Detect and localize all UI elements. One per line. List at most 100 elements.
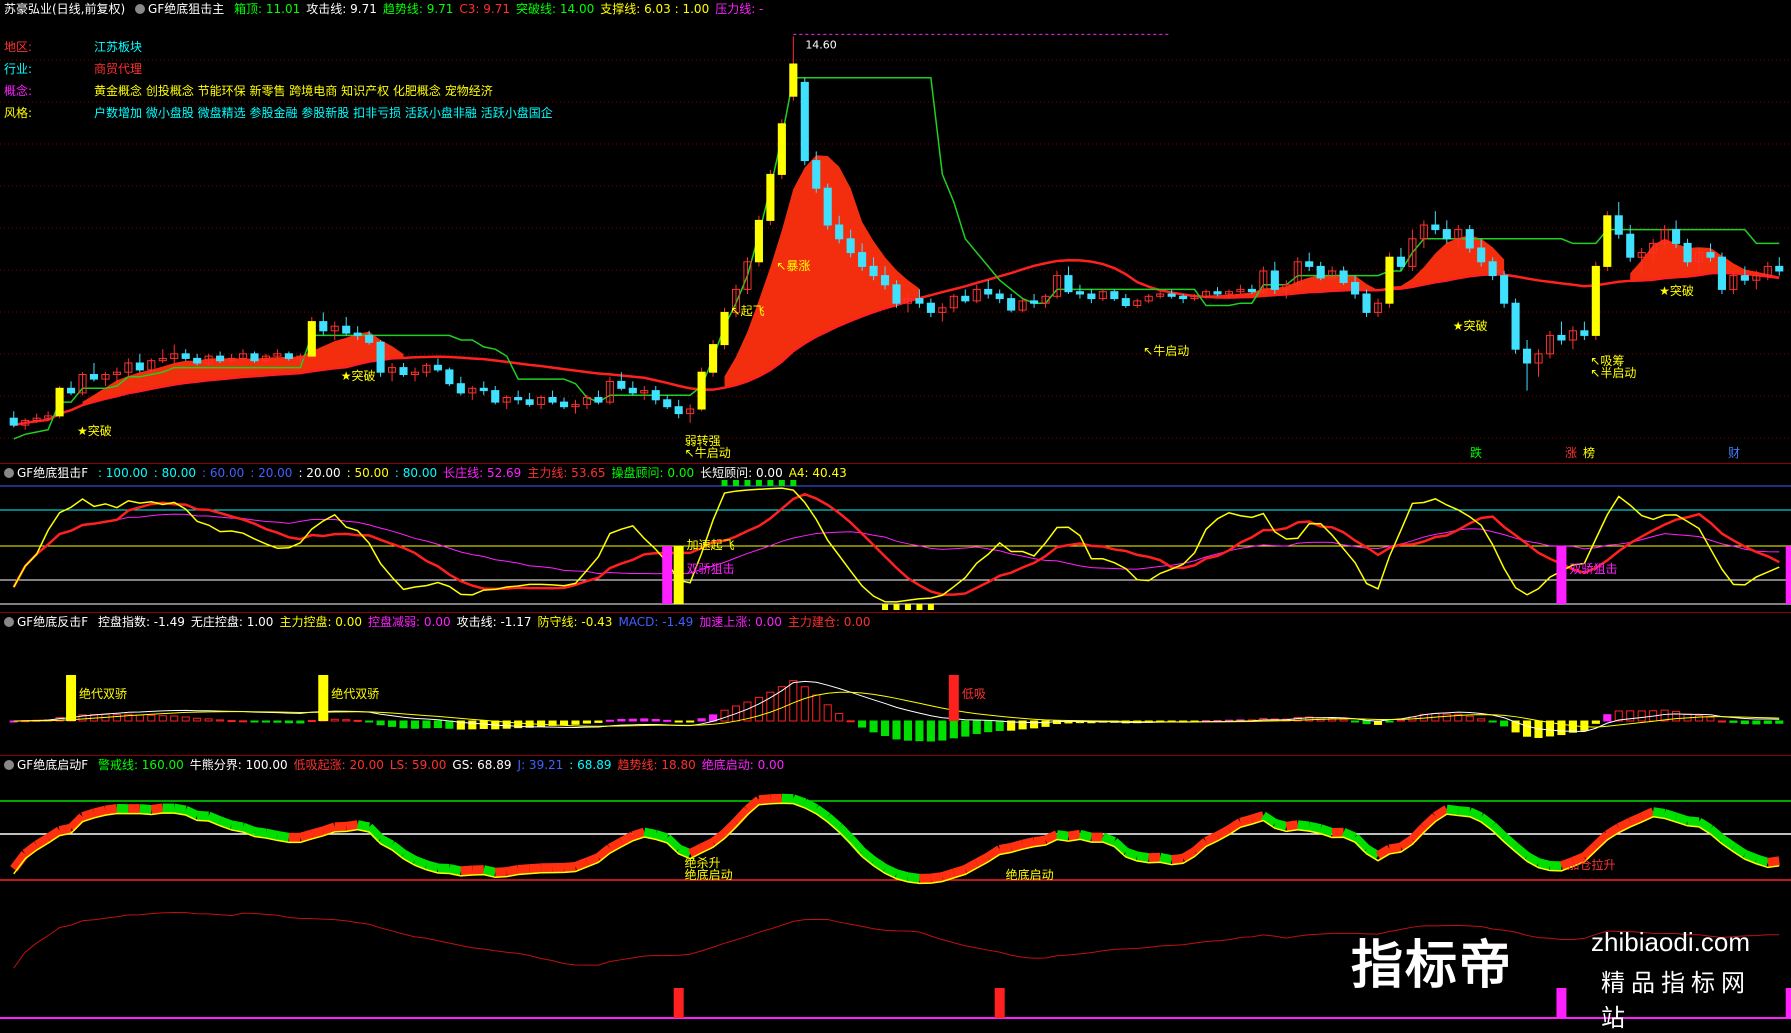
candle-body	[1512, 303, 1519, 349]
candle-body	[675, 407, 682, 414]
panel3-name: GF绝底反击F	[17, 615, 88, 629]
panel2-param: 长短顾问: 0.00	[700, 466, 783, 480]
candle-body	[996, 294, 1003, 299]
macd-bar	[113, 714, 120, 721]
signal-label: ★突破	[1453, 317, 1488, 334]
trend-ribbon	[1504, 837, 1515, 847]
trend-ribbon	[805, 803, 816, 809]
candle-body	[1122, 299, 1129, 306]
macd-bar	[1031, 721, 1038, 728]
candle-body	[136, 363, 143, 370]
macd-bar	[755, 697, 762, 721]
candle-body	[343, 326, 350, 333]
info-value: 商贸代理	[94, 62, 142, 76]
trend-ribbon	[1103, 837, 1114, 841]
trend-ribbon	[232, 825, 243, 827]
macd-bar	[1604, 715, 1611, 721]
top-marker	[744, 480, 750, 486]
macd-bar	[1478, 719, 1485, 721]
signal-bar	[662, 546, 672, 604]
trend-ribbon	[564, 866, 575, 867]
candle-body	[1615, 216, 1622, 234]
macd-bar	[996, 721, 1003, 730]
trend-ribbon	[438, 868, 449, 869]
panel3-param: 控盘减弱: 0.00	[368, 615, 451, 629]
trend-ribbon	[461, 870, 472, 871]
trend-ribbon	[690, 848, 701, 854]
panel3-chart[interactable]	[0, 613, 1791, 755]
panel2-header: GF绝底狙击F : 100.00: 80.00: 60.00: 20.00: 2…	[4, 466, 859, 480]
bottom-marker	[916, 604, 922, 610]
trend-ribbon	[25, 845, 36, 854]
macd-bar	[618, 719, 625, 721]
trend-ribbon	[140, 809, 151, 810]
candle-body	[916, 299, 923, 304]
trend-ribbon	[495, 872, 506, 873]
macd-bar	[1592, 721, 1599, 723]
candle-body	[767, 174, 774, 220]
main-candlestick-chart[interactable]: 14.60	[0, 0, 1791, 463]
signal-bar	[1786, 988, 1791, 1018]
candle-body	[1592, 266, 1599, 335]
candle-body	[1306, 262, 1313, 267]
macd-bar	[1695, 716, 1702, 721]
macd-bar	[721, 710, 728, 721]
macd-bar	[801, 687, 808, 721]
macd-bar	[308, 720, 315, 721]
panel2-chart[interactable]	[0, 464, 1791, 612]
signal-label: ★突破	[341, 367, 376, 384]
macd-bar	[1741, 721, 1748, 724]
candle-body	[836, 225, 843, 239]
candle-body	[1604, 216, 1611, 267]
panel2-param: : 20.00	[250, 466, 292, 480]
panel2-settings-icon[interactable]	[4, 468, 14, 478]
main-params: 箱顶: 11.01攻击线: 9.71趋势线: 9.71C3: 9.71突破线: …	[234, 2, 769, 16]
trend-ribbon	[885, 868, 896, 873]
trend-ribbon	[1114, 841, 1125, 851]
trend-ribbon	[1642, 812, 1653, 817]
candle-body	[1271, 271, 1278, 289]
candle-body	[664, 400, 671, 407]
info-key: 地区:	[4, 40, 94, 54]
panel4-param: : 68.89	[569, 758, 611, 772]
trend-ribbon	[1046, 835, 1057, 841]
macd-bar	[824, 705, 831, 721]
bottom-tag: 涨	[1565, 444, 1577, 461]
trend-ribbon	[530, 868, 541, 869]
watermark: 指标帝 zhibiaodi.com 精品指标网站	[1351, 923, 1771, 1013]
macd-bar	[411, 721, 418, 728]
info-key: 行业:	[4, 62, 94, 76]
macd-bar	[836, 713, 843, 721]
panel2-param: 操盘顾问: 0.00	[612, 466, 695, 480]
macd-bar	[1363, 721, 1370, 724]
macd-bar	[939, 721, 946, 740]
macd-bar	[606, 720, 613, 721]
candle-body	[1352, 283, 1359, 295]
macd-bar	[985, 721, 992, 732]
macd-bar	[1501, 721, 1508, 726]
macd-bar	[1707, 717, 1714, 721]
trend-ribbon	[1745, 854, 1756, 858]
panel4-settings-icon[interactable]	[4, 760, 14, 770]
trend-ribbon	[1172, 858, 1183, 859]
trend-ribbon	[793, 799, 804, 803]
candle-body	[377, 342, 384, 372]
panel3-settings-icon[interactable]	[4, 617, 14, 627]
trend-ribbon	[1275, 823, 1286, 826]
candle-body	[1386, 257, 1393, 303]
candle-body	[824, 188, 831, 225]
candle-body	[182, 354, 189, 359]
macd-bar	[205, 719, 212, 721]
top-marker	[767, 480, 773, 486]
macd-bar	[1443, 714, 1450, 721]
candle-body	[1180, 296, 1187, 298]
candle-body	[526, 400, 533, 405]
indicator-settings-icon[interactable]	[135, 4, 145, 14]
candle-body	[1065, 276, 1072, 292]
signal-bar	[66, 675, 76, 721]
candle-body	[68, 388, 75, 393]
candle-body	[755, 220, 762, 261]
macd-bar	[1523, 721, 1530, 736]
candle-body	[515, 398, 522, 400]
macd-bar	[629, 719, 636, 721]
